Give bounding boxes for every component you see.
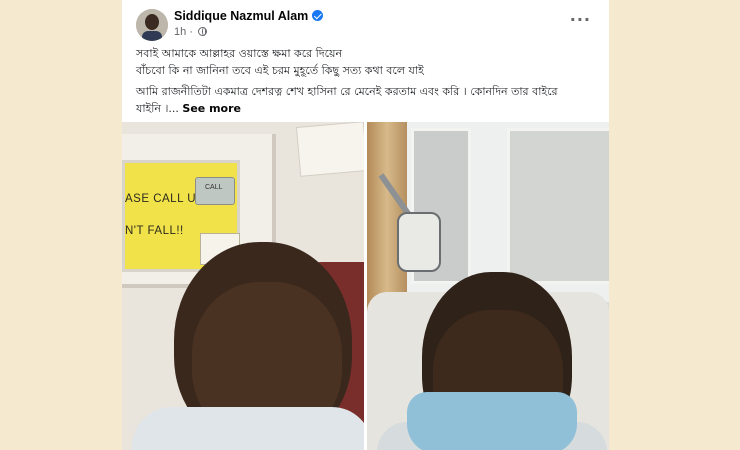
post-text-line-last: যাইনি ।... See more	[136, 102, 241, 115]
globe-icon	[198, 27, 208, 36]
author-name[interactable]: Siddique Nazmul Alam	[174, 9, 308, 23]
call-sticker: CALL	[195, 177, 235, 205]
post-header: Siddique Nazmul Alam 1h · ···	[122, 0, 609, 44]
avatar-image	[136, 9, 168, 41]
see-more-link[interactable]: See more	[182, 102, 241, 115]
post-time[interactable]: 1h	[174, 26, 186, 38]
post-text-line: বাঁচবো কি না জানিনা তবে এই চরম মুহূর্তে …	[136, 64, 424, 77]
wall-label	[295, 122, 364, 177]
post-meta: 1h ·	[174, 26, 208, 38]
facebook-post-card: Siddique Nazmul Alam 1h · ··· সবাই আমাকে…	[122, 0, 609, 450]
poster-text: N'T FALL!!	[125, 225, 184, 237]
photo-grid: ASE CALL US N'T FALL!! CALL	[122, 122, 609, 450]
post-text-line: সবাই আমাকে আল্লাহর ওয়াস্তে ক্ষমা করে দি…	[136, 47, 343, 60]
post-text-line: আমি রাজনীতিটা একমাত্র দেশরত্ন শেখ হাসিনা…	[136, 85, 558, 98]
author-avatar[interactable]	[136, 9, 168, 41]
photo-left[interactable]: ASE CALL US N'T FALL!! CALL	[122, 122, 364, 450]
verified-badge-icon	[312, 10, 324, 21]
poster-text: ASE CALL US	[125, 193, 205, 205]
post-text: সবাই আমাকে আল্লাহর ওয়াস্তে ক্ষমা করে দি…	[136, 45, 596, 117]
hospital-gown	[132, 407, 364, 450]
medical-lamp	[397, 212, 441, 272]
photo-right[interactable]	[367, 122, 609, 450]
face-mask	[407, 392, 577, 450]
more-options-icon[interactable]: ···	[570, 12, 591, 28]
author-name-row: Siddique Nazmul Alam	[174, 9, 324, 23]
